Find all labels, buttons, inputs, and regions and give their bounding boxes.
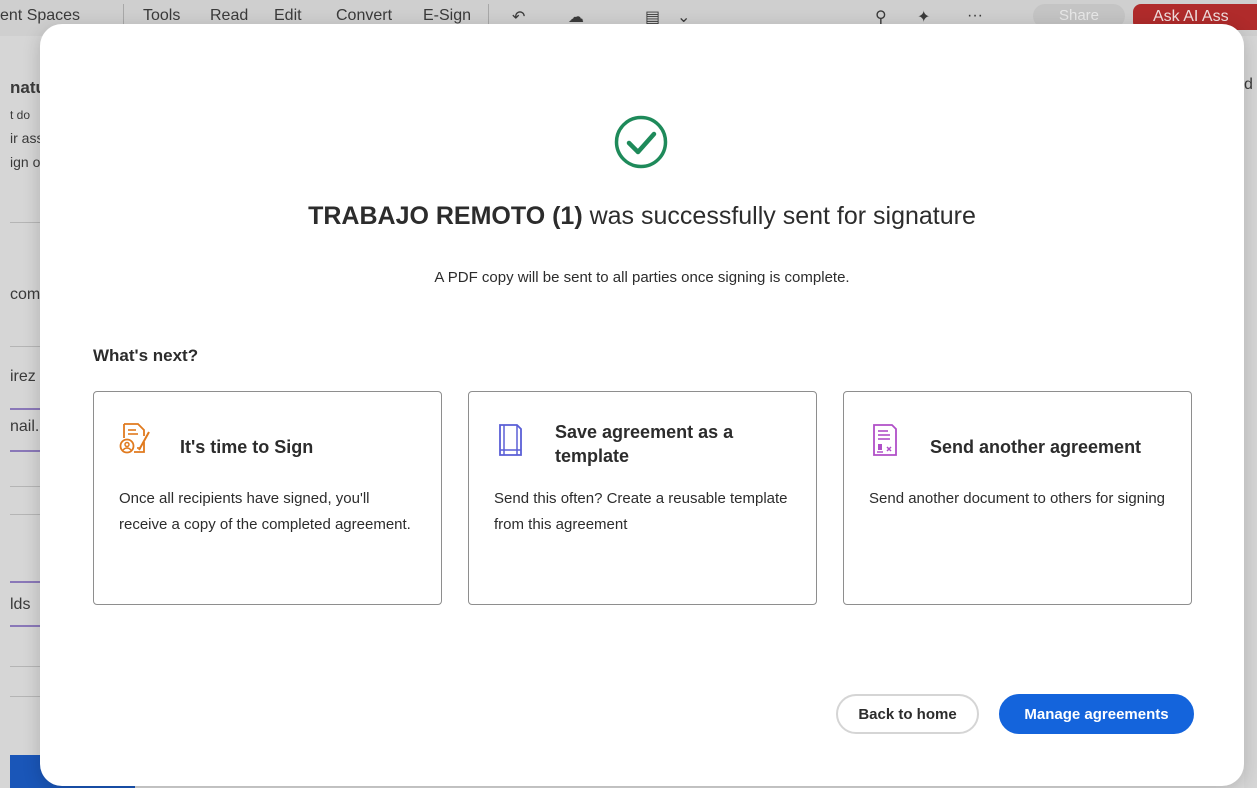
success-check-icon: [614, 115, 668, 169]
menu-edit[interactable]: Edit: [274, 7, 302, 25]
dialog-subtitle: A PDF copy will be sent to all parties o…: [434, 269, 850, 286]
toolbar-divider: [123, 4, 124, 26]
card-description: Once all recipients have signed, you'll …: [119, 490, 411, 533]
card-description: Send another document to others for sign…: [869, 490, 1166, 507]
divider: [10, 346, 40, 347]
title-message: was successfully sent for signature: [582, 202, 976, 230]
toolbar-divider: [488, 4, 489, 26]
card-time-to-sign[interactable]: It's time to Sign Once all recipients ha…: [93, 391, 442, 605]
panel-text: ir ass: [10, 130, 40, 146]
whats-next-heading: What's next?: [93, 346, 199, 365]
field-border: [10, 450, 40, 452]
divider: [10, 696, 40, 697]
menu-convert[interactable]: Convert: [336, 7, 392, 25]
background-right-panel: d: [1244, 36, 1257, 788]
send-document-icon: [873, 424, 897, 456]
field-border: [10, 625, 40, 627]
panel-text: ign o: [10, 154, 40, 170]
more-icon[interactable]: ···: [967, 7, 983, 25]
menu-esign[interactable]: E-Sign: [423, 7, 471, 25]
card-send-another[interactable]: Send another agreement Send another docu…: [843, 391, 1192, 605]
manage-agreements-button[interactable]: Manage agreements: [999, 694, 1194, 734]
field-border: [10, 581, 40, 583]
field-border: [10, 408, 40, 410]
document-name: TRABAJO REMOTO (1): [308, 202, 583, 230]
panel-heading: natu: [10, 78, 40, 97]
card-description: Send this often? Create a reusable templ…: [494, 490, 788, 533]
divider: [10, 222, 40, 223]
menu-read[interactable]: Read: [210, 7, 248, 25]
back-to-home-button[interactable]: Back to home: [836, 694, 979, 734]
divider: [10, 666, 40, 667]
sign-document-icon: [119, 423, 150, 454]
menu-tools[interactable]: Tools: [143, 7, 180, 25]
menu-documents-spaces[interactable]: ent Spaces: [0, 7, 80, 25]
panel-text: lds: [10, 596, 31, 613]
card-title: Save agreement as a template: [555, 422, 734, 466]
panel-field[interactable]: irez: [10, 368, 36, 386]
panel-text: d: [1244, 76, 1253, 93]
success-dialog: TRABAJO REMOTO (1) was successfully sent…: [40, 24, 1244, 786]
panel-text: com: [10, 286, 40, 303]
card-save-template[interactable]: Save agreement as a template Send this o…: [468, 391, 817, 605]
divider: [10, 486, 40, 487]
card-title: Send another agreement: [930, 437, 1142, 457]
panel-text: t do: [10, 108, 31, 122]
template-icon: [499, 424, 522, 456]
background-left-panel: natu t do ir ass ign o com irez nail.c l…: [0, 36, 40, 788]
panel-field[interactable]: nail.c: [10, 418, 40, 436]
dialog-title: TRABAJO REMOTO (1) was successfully sent…: [40, 202, 1244, 231]
divider: [10, 514, 40, 515]
card-title: It's time to Sign: [180, 437, 314, 457]
